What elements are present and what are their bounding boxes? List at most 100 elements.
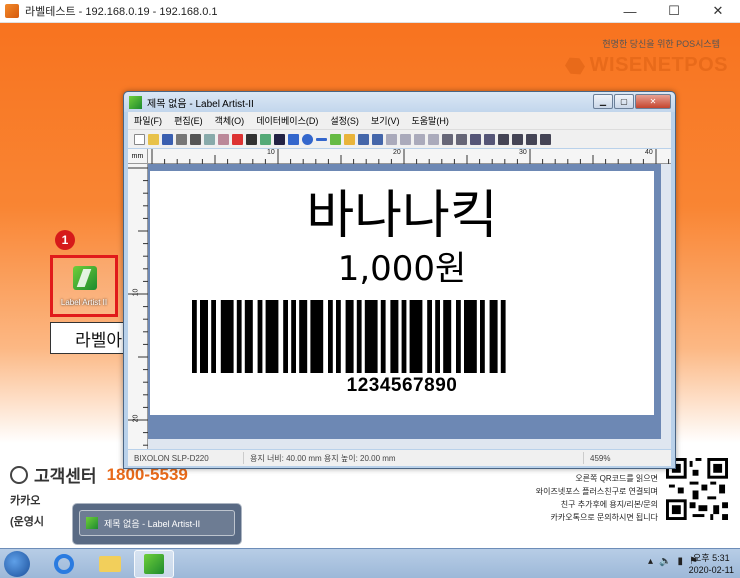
fill-icon[interactable] xyxy=(330,133,341,145)
order-icon[interactable] xyxy=(512,133,523,145)
menu-help[interactable]: 도움말(H) xyxy=(406,114,455,127)
chart-icon[interactable] xyxy=(540,133,551,145)
ruler-ticks xyxy=(151,149,670,164)
grid-icon[interactable] xyxy=(456,133,467,145)
label-product-name[interactable]: 바나나킥 xyxy=(150,173,654,248)
app-close-button[interactable]: ✕ xyxy=(635,94,671,109)
label-price[interactable]: 1,000원 xyxy=(150,241,654,290)
barcode-bar xyxy=(345,300,354,373)
line-icon[interactable] xyxy=(316,137,327,141)
taskbar-explorer[interactable] xyxy=(90,550,130,578)
print-icon[interactable] xyxy=(176,133,187,145)
new-icon[interactable] xyxy=(134,133,145,145)
start-button[interactable] xyxy=(4,551,30,577)
align-right-icon[interactable] xyxy=(414,133,425,145)
align-top-icon[interactable] xyxy=(428,133,439,145)
label-artist-icon xyxy=(129,95,142,109)
barcode-bar xyxy=(200,300,208,373)
qr-text-line: 오른쪽 QR코드를 읽으면 xyxy=(575,474,658,483)
ruler-mark: 10 xyxy=(267,149,275,156)
contact-title: 고객센터 xyxy=(34,467,97,486)
database-icon[interactable] xyxy=(344,133,355,145)
ruler-icon[interactable] xyxy=(442,133,453,145)
align-left-icon[interactable] xyxy=(386,133,397,145)
app-minimize-button[interactable]: ▁ xyxy=(593,94,613,109)
barcode-bar xyxy=(192,300,197,373)
app-icon xyxy=(5,4,19,18)
redo-icon[interactable] xyxy=(372,133,383,145)
label-artist-icon xyxy=(86,517,98,529)
barcode-bar xyxy=(500,300,506,373)
qr-text-line: 친구 추가후에 용지/리본/문의 xyxy=(560,500,658,509)
barcode-bar xyxy=(220,300,234,373)
maximize-button[interactable]: ☐ xyxy=(652,0,696,22)
copy-icon[interactable] xyxy=(204,133,215,145)
menu-edit[interactable]: 편집(E) xyxy=(168,114,209,127)
clock-time: 오후 5:31 xyxy=(693,553,730,563)
menu-view[interactable]: 보기(V) xyxy=(365,114,406,127)
ellipse-icon[interactable] xyxy=(302,133,313,145)
brand: 현명한 당신을 위한 POS시스템 WISENETPOS xyxy=(566,37,728,77)
image-icon[interactable] xyxy=(260,133,271,145)
open-icon[interactable] xyxy=(148,133,159,145)
vertical-scrollbar[interactable] xyxy=(661,164,671,449)
delete-icon[interactable] xyxy=(232,133,243,145)
save-icon[interactable] xyxy=(162,133,173,145)
zoom-out-icon[interactable] xyxy=(484,133,495,145)
barcode-bar xyxy=(401,300,407,373)
barcode-bar xyxy=(409,300,423,373)
ruler-mark: 10 xyxy=(132,288,140,297)
window-title: 라벨테스트 - 192.168.0.19 - 192.168.0.1 xyxy=(25,6,218,18)
barcode-bar xyxy=(380,300,386,373)
qr-instructions: 오른쪽 QR코드를 읽으면 와이즈넷포스 플러스친구로 연결되며 친구 추가후에… xyxy=(508,472,658,524)
ruler-mark: 40 xyxy=(645,149,653,156)
horizontal-scrollbar[interactable] xyxy=(148,439,671,449)
status-paper-size: 용지 너비: 40.00 mm 용지 높이: 20.00 mm xyxy=(244,452,584,464)
distribute-icon[interactable] xyxy=(498,133,509,145)
brand-name: WISENETPOS xyxy=(589,54,728,76)
barcode-bar xyxy=(489,300,498,373)
ruler-mark: 20 xyxy=(132,414,140,423)
barcode-icon[interactable] xyxy=(274,133,285,145)
app-maximize-button[interactable]: ▢ xyxy=(614,94,634,109)
barcode-bar xyxy=(236,300,242,373)
paste-icon[interactable] xyxy=(218,133,229,145)
ruler-mark: 30 xyxy=(519,149,527,156)
status-zoom: 459% xyxy=(590,453,611,463)
app-titlebar: 제목 없음 - Label Artist-II ▁ ▢ ✕ xyxy=(124,92,675,112)
menu-settings[interactable]: 설정(S) xyxy=(324,114,365,127)
menu-database[interactable]: 데이터베이스(D) xyxy=(250,114,324,127)
ruler-unit: mm xyxy=(128,149,148,164)
menu-object[interactable]: 객체(O) xyxy=(209,114,251,127)
barcode-bar xyxy=(257,300,263,373)
barcode-bar xyxy=(356,300,362,373)
rectangle-icon[interactable] xyxy=(288,133,299,145)
close-button[interactable]: ✕ xyxy=(696,0,740,22)
align-center-icon[interactable] xyxy=(400,133,411,145)
network-icon[interactable]: ▮ xyxy=(678,556,684,567)
text-icon[interactable] xyxy=(246,133,257,145)
menu-file[interactable]: 파일(F) xyxy=(128,114,168,127)
taskbar-label-artist[interactable] xyxy=(134,550,174,578)
ruler-vertical: 10 20 xyxy=(128,164,148,449)
barcode-number[interactable]: 1234567890 xyxy=(150,375,654,397)
taskbar-thumbnail[interactable]: 제목 없음 - Label Artist-II xyxy=(72,503,242,545)
clock[interactable]: 오후 5:31 2020-02-11 xyxy=(689,552,734,576)
barcode-bar xyxy=(310,300,324,373)
cut-icon[interactable] xyxy=(190,133,201,145)
label-barcode[interactable] xyxy=(192,300,612,373)
taskbar-ie[interactable] xyxy=(44,550,84,578)
barcode-bar xyxy=(299,300,308,373)
ruler-horizontal: 10 20 30 40 xyxy=(148,149,671,164)
tray-arrow-icon[interactable]: ▴ xyxy=(648,556,653,567)
desktop-shortcut-label: Label Artist II xyxy=(60,298,108,307)
undo-icon[interactable] xyxy=(358,133,369,145)
zoom-in-icon[interactable] xyxy=(470,133,481,145)
design-canvas[interactable]: mm 10 20 30 40 10 20 바나나킥 1,000원 1234567… xyxy=(128,149,671,449)
minimize-button[interactable]: — xyxy=(608,0,652,22)
taskbar: ▴ 🔈 ▮ ⚑ 오후 5:31 2020-02-11 xyxy=(0,548,740,578)
desktop-shortcut-label-artist[interactable]: Label Artist II xyxy=(50,255,118,317)
group-icon[interactable] xyxy=(526,133,537,145)
volume-icon[interactable]: 🔈 xyxy=(659,556,671,567)
label-page[interactable]: 바나나킥 1,000원 1234567890 xyxy=(150,171,654,415)
